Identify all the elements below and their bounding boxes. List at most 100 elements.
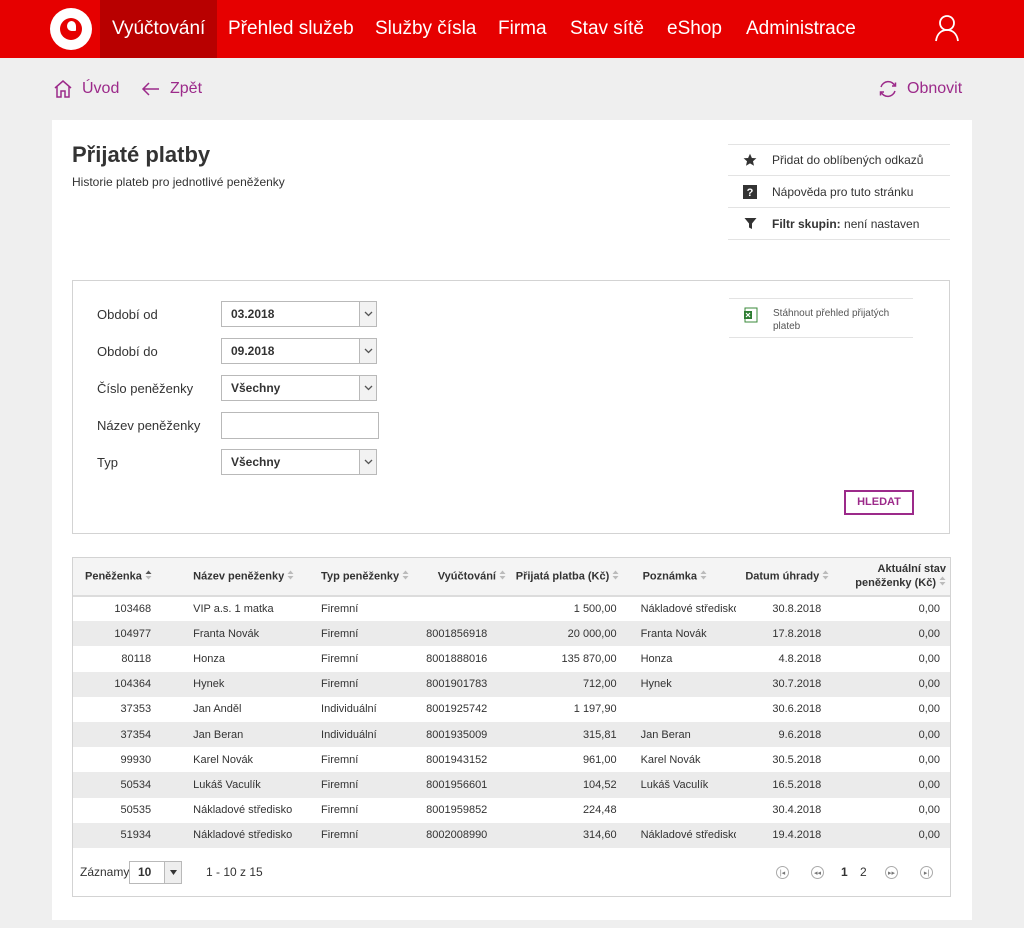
cell-billing: 8001888016 — [426, 652, 488, 665]
sort-icon — [612, 570, 619, 583]
page-2-link[interactable]: 2 — [860, 865, 867, 879]
page-subtitle: Historie plateb pro jednotlivé peněženky — [72, 175, 285, 189]
chevron-down-icon — [359, 450, 376, 474]
cell-payment-date: 4.8.2018 — [778, 652, 822, 665]
page-1-link[interactable]: 1 — [841, 865, 848, 879]
column-header-note[interactable]: Poznámka — [627, 558, 736, 596]
cell-balance: 0,00 — [918, 728, 940, 741]
period-from-select[interactable]: 03.2018 — [221, 301, 377, 327]
payments-table: Peněženka Název peněženky Typ peněženky … — [72, 557, 951, 897]
column-header-billing[interactable]: Vyúčtování — [412, 558, 506, 596]
table-row[interactable]: 103468 VIP a.s. 1 matka Firemní 1 500,00 Nák… — [73, 596, 950, 621]
nav-item-billing[interactable]: Vyúčtování — [100, 0, 218, 58]
add-favorite-link[interactable]: Přidat do oblíbených odkazů — [728, 144, 950, 176]
cell-payment: 1 197,90 — [573, 703, 617, 716]
wallet-number-select[interactable]: Všechny — [221, 375, 377, 401]
table-row[interactable]: 80118 Honza Firemní 8001888016 135 870,00 Hon… — [73, 646, 950, 671]
records-label: Záznamy — [80, 865, 130, 879]
cell-wallet: 80118 — [121, 652, 152, 665]
last-page-icon[interactable]: ▸| — [920, 866, 933, 879]
home-link[interactable]: Úvod — [52, 78, 119, 100]
column-header-payment[interactable]: Přijatá platba (Kč) — [502, 558, 627, 596]
next-page-icon[interactable]: ▸▸ — [885, 866, 898, 879]
cell-billing: 8001959852 — [426, 804, 488, 817]
download-payments-label: Stáhnout přehled přijatých plateb — [773, 308, 890, 332]
cell-wallet-name: VIP a.s. 1 matka — [193, 603, 274, 616]
group-filter-link[interactable]: Filtr skupin: není nastaven — [728, 208, 950, 240]
cell-note: Nákladové středisko II — [640, 829, 737, 842]
cell-wallet-name: Nákladové středisko I — [193, 804, 296, 817]
nav-item-services[interactable]: Přehled služeb — [216, 0, 366, 58]
user-icon[interactable] — [934, 14, 960, 42]
back-link-label: Zpět — [170, 80, 203, 97]
cell-billing: 8001935009 — [426, 728, 488, 741]
table-row[interactable]: 37353 Jan Anděl Individuální 8001925742 1 19… — [73, 697, 950, 722]
cell-wallet-name: Lukáš Vaculík — [193, 778, 261, 791]
column-header-wallet-name[interactable]: Název peněženky — [167, 558, 295, 596]
chevron-down-icon — [359, 339, 376, 363]
nav-item-number-services[interactable]: Služby čísla — [363, 0, 488, 58]
nav-item-administration[interactable]: Administrace — [734, 0, 868, 58]
cell-payment: 1 500,00 — [573, 603, 617, 616]
cell-payment: 712,00 — [582, 678, 617, 691]
wallet-name-input[interactable] — [221, 412, 379, 439]
column-header-wallet-type[interactable]: Typ peněženky — [295, 558, 412, 596]
table-row[interactable]: 37354 Jan Beran Individuální 8001935009 315,… — [73, 721, 950, 748]
side-links: Přidat do oblíbených odkazů ? Nápověda p… — [728, 144, 950, 240]
wallet-name-label: Název peněženky — [97, 418, 201, 433]
download-payments-link[interactable]: Stáhnout přehled přijatých plateb — [729, 298, 913, 338]
refresh-link[interactable]: Obnovit — [877, 78, 962, 100]
help-link[interactable]: ? Nápověda pro tuto stránku — [728, 176, 950, 208]
type-select[interactable]: Všechny — [221, 449, 377, 475]
period-to-select[interactable]: 09.2018 — [221, 338, 377, 364]
cell-payment-date: 30.8.2018 — [772, 603, 822, 616]
period-to-label: Období do — [97, 344, 158, 359]
group-filter-label: Filtr skupin: — [772, 216, 841, 231]
chevron-down-icon — [359, 302, 376, 326]
column-header-payment-date[interactable]: Datum úhrady — [736, 558, 833, 596]
cell-note: Jan Beran — [640, 728, 691, 741]
cell-billing: 8001901783 — [426, 678, 488, 691]
back-link[interactable]: Zpět — [140, 78, 202, 100]
page-title: Přijaté platby — [72, 142, 211, 167]
records-per-page-select[interactable]: 10 — [129, 861, 182, 884]
nav-item-network-status[interactable]: Stav sítě — [558, 0, 656, 58]
period-to-value: 09.2018 — [231, 344, 275, 358]
chevron-down-icon — [359, 376, 376, 400]
cell-balance: 0,00 — [918, 778, 940, 791]
filter-panel: Období od 03.2018 Období do 09.2018 Čísl… — [72, 280, 950, 534]
group-filter-value: není nastaven — [844, 216, 920, 231]
prev-page-icon[interactable]: ◂◂ — [811, 866, 824, 879]
search-button[interactable]: HLEDAT — [844, 490, 914, 515]
cell-payment-date: 30.6.2018 — [772, 703, 822, 716]
column-header-wallet[interactable]: Peněženka — [73, 558, 167, 596]
cell-wallet: 50535 — [120, 804, 152, 817]
cell-wallet-type: Firemní — [321, 804, 359, 817]
cell-payment: 135 870,00 — [561, 652, 617, 665]
table-footer: Záznamy 10 1 - 10 z 15 |◂ ◂◂ 1 2 ▸▸ ▸| — [73, 850, 950, 896]
table-row[interactable]: 50534 Lukáš Vaculík Firemní 8001956601 104,5… — [73, 772, 950, 798]
type-value: Všechny — [231, 455, 281, 469]
cell-wallet-type: Firemní — [321, 678, 359, 691]
cell-note: Hynek — [640, 678, 672, 691]
vodafone-logo[interactable] — [50, 8, 92, 50]
table-row[interactable]: 99930 Karel Novák Firemní 8001943152 961,00 K… — [73, 747, 950, 772]
cell-payment-date: 30.4.2018 — [772, 804, 822, 817]
column-header-balance[interactable]: Aktuální stav peněženky (Kč) — [833, 558, 950, 596]
sort-icon — [145, 570, 152, 583]
first-page-icon[interactable]: |◂ — [776, 866, 789, 879]
cell-payment-date: 17.8.2018 — [772, 627, 822, 640]
table-row[interactable]: 50535 Nákladové středisko I Firemní 8001959… — [73, 798, 950, 823]
cell-wallet-name: Honza — [193, 652, 225, 665]
table-row[interactable]: 51934 Nákladové středisko II Firemní 800200… — [73, 822, 950, 848]
cell-wallet-name: Jan Beran — [193, 728, 244, 741]
cell-wallet: 50534 — [120, 778, 152, 791]
excel-icon — [729, 307, 773, 323]
nav-item-company[interactable]: Firma — [486, 0, 559, 58]
cell-note — [627, 697, 736, 722]
table-row[interactable]: 104977 Franta Novák Firemní 8001856918 20 00… — [73, 621, 950, 647]
table-row[interactable]: 104364 Hynek Firemní 8001901783 712,00 Hynek 3… — [73, 671, 950, 697]
filter-icon — [728, 217, 772, 230]
nav-item-eshop[interactable]: eShop — [655, 0, 734, 58]
cell-wallet-type: Firemní — [321, 753, 359, 766]
